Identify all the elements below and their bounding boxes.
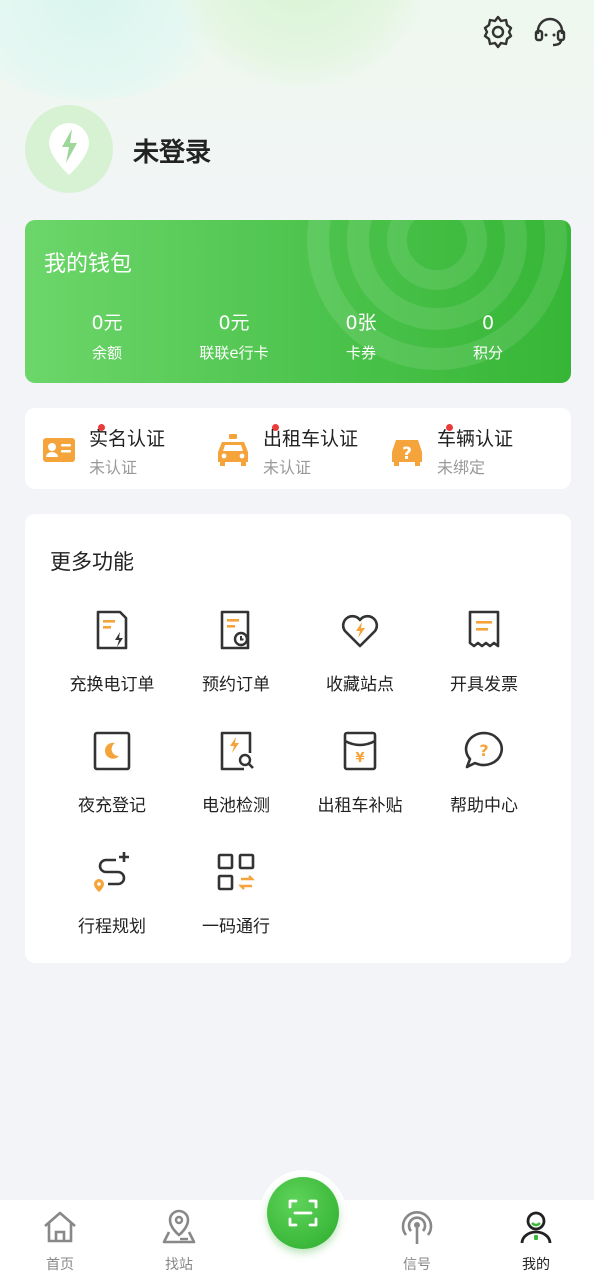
wallet-balance-value: 0元 xyxy=(91,312,123,334)
func-charge-order[interactable]: 充换电订单 xyxy=(47,608,177,708)
profile-icon xyxy=(520,1211,552,1244)
cert-title: 车辆认证 xyxy=(437,428,514,450)
username[interactable]: 未登录 xyxy=(133,132,211,169)
cert-title: 出租车认证 xyxy=(263,428,359,450)
reservation-order-icon xyxy=(220,610,250,650)
func-label: 行程规划 xyxy=(78,917,146,937)
wallet-lianlian-card[interactable]: 0元 联联e行卡 xyxy=(169,312,299,363)
svg-text:?: ? xyxy=(402,444,412,464)
wallet-points[interactable]: 0 积分 xyxy=(423,312,553,363)
func-label: 一码通行 xyxy=(202,917,270,937)
func-label: 收藏站点 xyxy=(326,675,394,695)
id-card-icon xyxy=(43,438,75,462)
cert-status: 未认证 xyxy=(263,458,312,477)
wallet-points-value: 0 xyxy=(481,312,495,334)
func-label: 夜充登记 xyxy=(78,796,146,816)
help-center-icon: ? xyxy=(464,731,503,769)
func-route-plan[interactable]: 行程规划 xyxy=(47,850,177,950)
signal-icon xyxy=(401,1211,433,1244)
taxi-icon xyxy=(218,434,248,466)
tab-signal[interactable]: 信号 xyxy=(367,1200,467,1280)
scan-button[interactable] xyxy=(267,1177,339,1249)
qr-pass-icon xyxy=(217,853,255,891)
route-plan-icon xyxy=(94,852,129,892)
battery-check-icon xyxy=(220,731,254,771)
cert-status: 未认证 xyxy=(89,458,138,477)
wallet-balance-label: 余额 xyxy=(91,344,122,362)
customer-service-button[interactable] xyxy=(530,12,570,52)
wallet-balance[interactable]: 0元 余额 xyxy=(42,312,172,363)
wallet-coupons-label: 卡券 xyxy=(345,344,376,362)
car-question-icon: ? xyxy=(392,440,422,466)
svg-text:?: ? xyxy=(479,741,488,760)
taxi-subsidy-icon: ¥ xyxy=(343,731,377,771)
cert-real-name[interactable]: 实名认证 未认证 xyxy=(41,424,211,477)
func-label: 电池检测 xyxy=(202,796,270,816)
wallet-title: 我的钱包 xyxy=(44,252,133,277)
func-invoice[interactable]: 开具发票 xyxy=(419,608,549,708)
func-label: 帮助中心 xyxy=(450,796,518,816)
func-night-charge[interactable]: 夜充登记 xyxy=(47,729,177,829)
wallet-lianlian-label: 联联e行卡 xyxy=(199,344,269,362)
tab-label: 信号 xyxy=(403,1257,431,1273)
cert-title: 实名认证 xyxy=(89,428,166,450)
tab-label: 首页 xyxy=(46,1257,74,1273)
certification-card: 实名认证 未认证 出租车认证 未认证 ? 车辆认证 未绑定 xyxy=(25,408,571,489)
func-label: 出租车补贴 xyxy=(317,796,403,816)
header-decor-blob xyxy=(170,0,430,90)
func-label: 充换电订单 xyxy=(69,675,155,695)
lightning-pin-icon xyxy=(49,123,89,175)
func-favorite-station[interactable]: 收藏站点 xyxy=(295,608,425,708)
invoice-icon xyxy=(468,610,500,648)
func-battery-check[interactable]: 电池检测 xyxy=(171,729,301,829)
gear-icon xyxy=(483,15,513,49)
headset-icon xyxy=(534,17,566,47)
wallet-points-label: 积分 xyxy=(472,344,503,362)
wallet-coupons-value: 0张 xyxy=(345,312,377,334)
tab-find-station[interactable]: 找站 xyxy=(129,1200,229,1280)
more-functions-card: 更多功能 充换电订单 预约订单 收藏站点 开具发票 夜充登记 电池检测 ¥ 出租… xyxy=(25,514,571,963)
func-qr-pass[interactable]: 一码通行 xyxy=(171,850,301,950)
svg-text:¥: ¥ xyxy=(355,751,364,766)
func-reservation-order[interactable]: 预约订单 xyxy=(171,608,301,708)
wallet-lianlian-value: 0元 xyxy=(218,312,250,334)
tab-mine[interactable]: 我的 xyxy=(486,1200,586,1280)
avatar[interactable] xyxy=(25,105,113,193)
wallet-coupons[interactable]: 0张 卡券 xyxy=(296,312,426,363)
func-label: 开具发票 xyxy=(450,675,518,695)
map-pin-icon xyxy=(162,1209,196,1244)
tab-label: 我的 xyxy=(522,1257,550,1273)
tab-home[interactable]: 首页 xyxy=(10,1200,110,1280)
cert-status: 未绑定 xyxy=(437,458,486,477)
func-label: 预约订单 xyxy=(202,675,270,695)
more-functions-title: 更多功能 xyxy=(50,550,134,574)
home-icon xyxy=(44,1211,76,1243)
charge-order-icon xyxy=(96,610,128,650)
scan-icon xyxy=(288,1199,318,1227)
cert-vehicle[interactable]: ? 车辆认证 未绑定 xyxy=(389,424,559,477)
settings-button[interactable] xyxy=(478,12,518,52)
func-taxi-subsidy[interactable]: ¥ 出租车补贴 xyxy=(295,729,425,829)
favorite-station-icon xyxy=(341,614,379,648)
cert-taxi[interactable]: 出租车认证 未认证 xyxy=(215,424,395,477)
wallet-card[interactable]: 我的钱包 0元 余额 0元 联联e行卡 0张 卡券 0 积分 xyxy=(25,220,571,383)
func-help-center[interactable]: ? 帮助中心 xyxy=(419,729,549,829)
night-charge-icon xyxy=(93,731,131,771)
tab-label: 找站 xyxy=(165,1257,193,1273)
